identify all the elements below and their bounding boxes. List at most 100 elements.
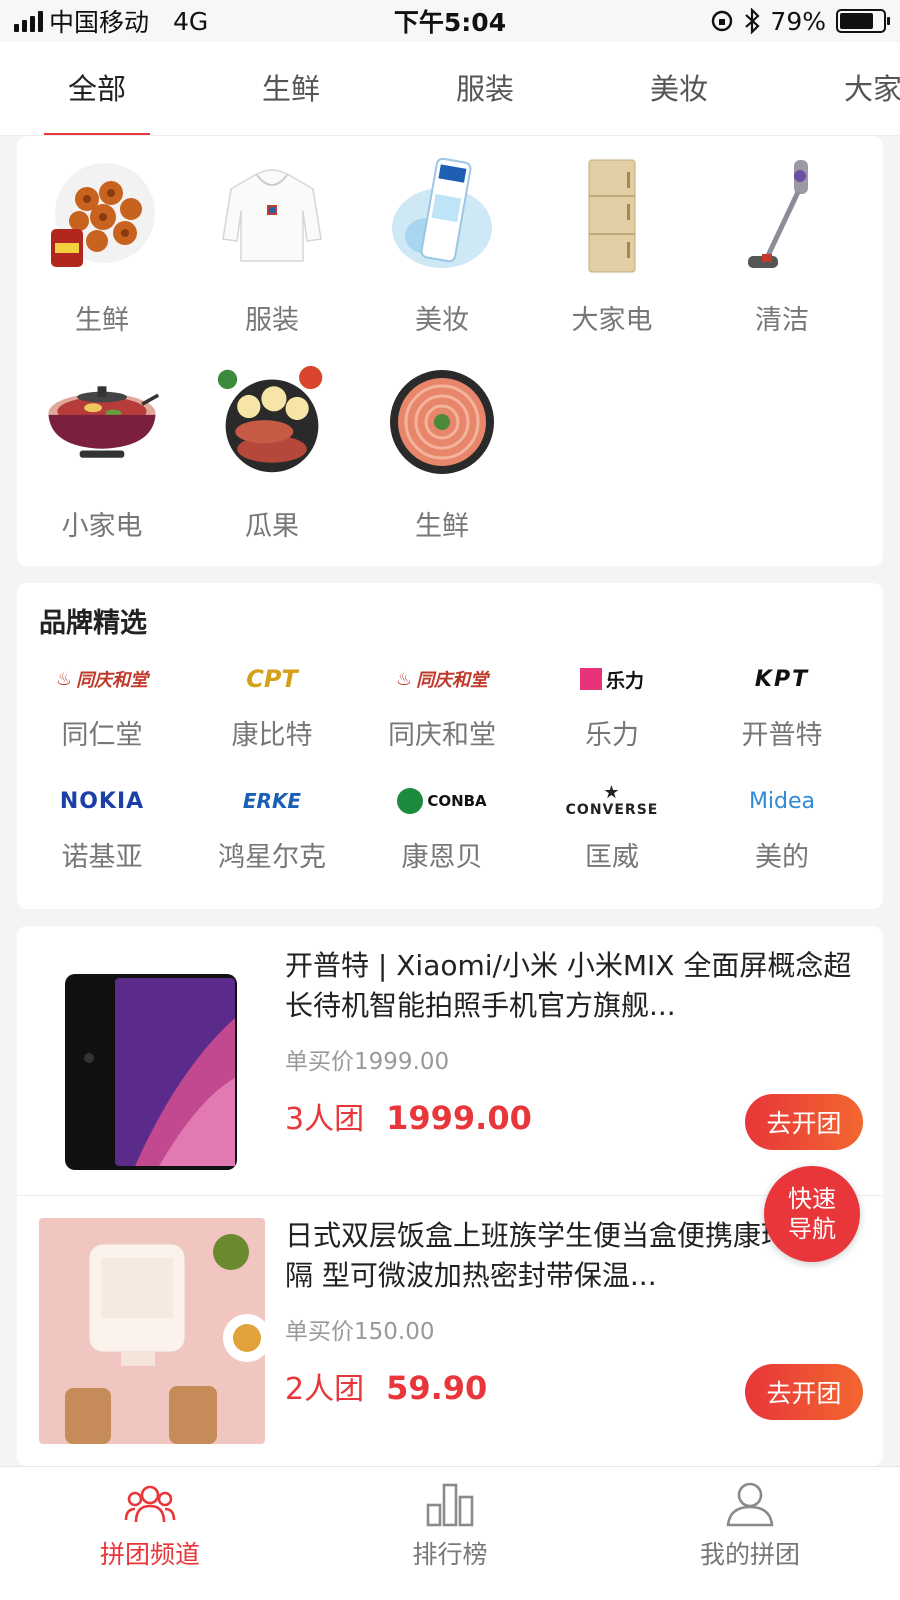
brand-name: 同庆和堂: [388, 720, 496, 751]
category-item-cleaning[interactable]: 清洁: [697, 156, 867, 362]
network-type: 4G: [173, 6, 209, 36]
bar-chart-icon: [422, 1479, 478, 1529]
group-size: 2人团: [285, 1372, 365, 1407]
group-price: 1999.00: [386, 1099, 532, 1137]
status-bar: 中国移动 4G 下午5:04 79%: [0, 0, 900, 42]
bottom-nav-label: 排行榜: [412, 1540, 488, 1569]
single-buy-price: 单买价150.00: [285, 1319, 435, 1345]
battery-icon: [836, 9, 890, 33]
brand-item-tongrentang[interactable]: ♨ 同庆和堂 同仁堂: [17, 653, 187, 775]
brand-logo: ♨ 同庆和堂: [395, 668, 489, 692]
start-group-button[interactable]: 去开团: [745, 1364, 863, 1420]
lunchbox-product-image: [39, 1218, 265, 1444]
quick-nav-line1: 快速: [788, 1185, 836, 1213]
flame-icon: ♨: [55, 668, 73, 690]
category-item-clothing[interactable]: 服装: [187, 156, 357, 362]
tab-appliances[interactable]: 大家: [776, 42, 900, 135]
brand-name: 康恩贝: [401, 842, 483, 873]
tab-fresh[interactable]: 生鲜: [194, 42, 388, 135]
tab-clothing[interactable]: 服装: [388, 42, 582, 135]
brand-name: 匡威: [585, 842, 639, 873]
brand-name: 康比特: [231, 720, 313, 751]
category-item-fresh[interactable]: 生鲜: [17, 156, 187, 362]
product-item[interactable]: 开普特 | Xiaomi/小米 小米MIX 全面屏概念超长待机智能拍照手机官方旗…: [17, 926, 883, 1196]
brand-item-kaipute[interactable]: KPT 开普特: [697, 653, 867, 775]
brand-logo: KPT: [754, 666, 810, 692]
brand-logo: 乐力: [579, 653, 644, 705]
group-size: 3人团: [285, 1102, 365, 1137]
group-price: 59.90: [386, 1369, 488, 1407]
seafood-crab-image: [44, 156, 160, 276]
quick-nav-button[interactable]: 快速 导航: [764, 1166, 860, 1262]
status-left: 中国移动 4G: [14, 3, 344, 39]
brand-name: 同仁堂: [61, 720, 143, 751]
category-item-small-appliance[interactable]: 小家电: [17, 362, 187, 568]
brand-name: 乐力: [585, 720, 639, 751]
group-people-icon: [122, 1479, 178, 1529]
bottom-nav-my-groups[interactable]: 我的拼团: [600, 1467, 900, 1600]
category-item-beauty[interactable]: 美妆: [357, 156, 527, 362]
phone-product-image: [39, 948, 265, 1174]
brand-item-converse[interactable]: ★ CONVERSE 匡威: [527, 775, 697, 897]
brand-name: 开普特: [741, 720, 823, 751]
brand-item-leli[interactable]: 乐力 乐力: [527, 653, 697, 775]
category-item-big-appliance[interactable]: 大家电: [527, 156, 697, 362]
category-label: 服装: [245, 305, 299, 336]
product-item[interactable]: 日式双层饭盒上班族学生便当盒便携康环保分隔 型可微波加热密封带保温... 单买价…: [17, 1196, 883, 1466]
group-price-row: 3人团 1999.00: [285, 1094, 532, 1138]
tab-beauty[interactable]: 美妆: [582, 42, 776, 135]
category-grid-card: 生鲜 服装 美妆 大家电 清洁 小家电 瓜果 生鲜: [17, 136, 883, 566]
status-time: 下午5:04: [393, 8, 507, 37]
rotation-lock-icon: [712, 10, 733, 32]
bottom-nav: 拼团频道 排行榜 我的拼团: [0, 1466, 900, 1600]
brand-item-nokia[interactable]: NOKIA 诺基亚: [17, 775, 187, 897]
single-buy-price: 单买价1999.00: [285, 1049, 450, 1075]
brand-logo: ERKE: [242, 789, 302, 813]
bottom-nav-ranking[interactable]: 排行榜: [300, 1467, 600, 1600]
sweet-potato-image: [214, 362, 330, 482]
brand-logo: ♨ 同庆和堂: [55, 668, 149, 692]
brand-item-midea[interactable]: Midea 美的: [697, 775, 867, 897]
leli-mark-icon: [579, 668, 602, 690]
flame-icon: ♨: [395, 668, 413, 690]
brand-item-conba[interactable]: CONBA 康恩贝: [357, 775, 527, 897]
bottom-nav-group-channel[interactable]: 拼团频道: [0, 1467, 300, 1600]
brand-section-title: 品牌精选: [39, 608, 147, 639]
brand-name: 鸿星尔克: [218, 842, 326, 873]
category-label: 生鲜: [75, 305, 129, 336]
electric-hot-pot-image: [44, 362, 160, 482]
group-price-row: 2人团 59.90: [285, 1364, 487, 1408]
vacuum-cleaner-image: [724, 156, 840, 276]
star-icon: ★: [603, 782, 621, 803]
category-label: 清洁: [755, 305, 809, 336]
brand-logo: CONBA: [397, 775, 487, 827]
toothpaste-image: [384, 156, 500, 276]
category-label: 小家电: [61, 511, 143, 542]
category-item-fresh-shrimp[interactable]: 生鲜: [357, 362, 527, 568]
battery-percent: 79%: [770, 6, 826, 36]
brand-name: 美的: [755, 842, 809, 873]
category-label: 美妆: [415, 305, 469, 336]
bottom-nav-label: 拼团频道: [99, 1540, 200, 1569]
brand-logo: ★ CONVERSE: [565, 782, 659, 819]
refrigerator-image: [554, 156, 670, 276]
brand-item-tongqinghetang[interactable]: ♨ 同庆和堂 同庆和堂: [357, 653, 527, 775]
brand-item-erke[interactable]: ERKE 鸿星尔克: [187, 775, 357, 897]
brand-name: 诺基亚: [61, 842, 143, 873]
product-title: 开普特 | Xiaomi/小米 小米MIX 全面屏概念超长待机智能拍照手机官方旗…: [285, 949, 852, 1022]
brand-logo: CPT: [246, 665, 298, 693]
brand-item-kangbite[interactable]: CPT 康比特: [187, 653, 357, 775]
bottom-nav-label: 我的拼团: [699, 1540, 800, 1569]
brand-logo: NOKIA: [59, 788, 145, 814]
carrier-name: 中国移动: [49, 8, 150, 37]
start-group-button[interactable]: 去开团: [745, 1094, 863, 1150]
category-item-fruit[interactable]: 瓜果: [187, 362, 357, 568]
product-list: 开普特 | Xiaomi/小米 小米MIX 全面屏概念超长待机智能拍照手机官方旗…: [17, 926, 883, 1466]
quick-nav-line2: 导航: [788, 1215, 836, 1243]
category-label: 大家电: [571, 305, 653, 336]
person-icon: [722, 1479, 778, 1529]
category-tabs: 全部 生鲜 服装 美妆 大家: [0, 42, 900, 136]
category-label: 生鲜: [415, 511, 469, 542]
tab-all[interactable]: 全部: [0, 42, 194, 135]
brand-logo: Midea: [748, 788, 816, 814]
